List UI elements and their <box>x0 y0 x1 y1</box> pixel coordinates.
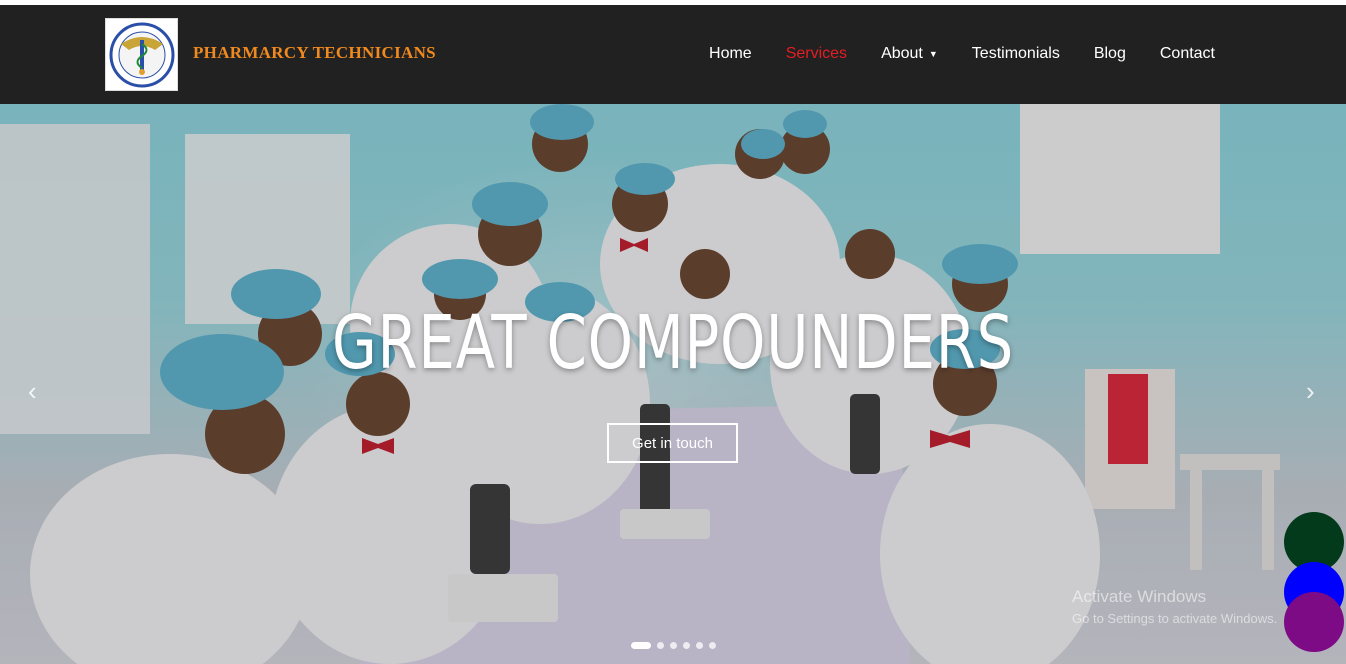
slide-indicator-6[interactable] <box>709 642 716 649</box>
get-in-touch-button[interactable]: Get in touch <box>607 423 738 463</box>
nav-about-label: About <box>881 45 923 62</box>
hero-title: GREAT COMPOUNDERS <box>331 300 1015 386</box>
nav-services-label: Services <box>785 45 848 62</box>
windows-activation-watermark: Activate Windows Go to Settings to activ… <box>1072 586 1277 630</box>
slide-indicator-4[interactable] <box>683 642 690 649</box>
slide-indicator-3[interactable] <box>670 642 677 649</box>
chevron-right-icon[interactable]: › <box>1306 376 1315 407</box>
brand-name[interactable]: PHARMARCY TECHNICIANS <box>193 43 436 63</box>
nav-home[interactable]: Home <box>709 45 752 63</box>
nav-services[interactable]: Services <box>786 45 847 63</box>
slide-indicator-5[interactable] <box>696 642 703 649</box>
slider-indicators <box>631 642 716 649</box>
main-nav: Home Services About ▼ Testimonials Blog … <box>675 45 1215 63</box>
college-crest-logo-icon <box>109 22 174 87</box>
watermark-title: Activate Windows <box>1072 587 1207 606</box>
nav-contact-label: Contact <box>1159 45 1215 62</box>
nav-contact[interactable]: Contact <box>1160 45 1215 63</box>
logo[interactable] <box>105 18 178 91</box>
nav-home-label: Home <box>709 45 752 62</box>
nav-about[interactable]: About ▼ <box>881 45 938 63</box>
chevron-down-icon: ▼ <box>928 49 938 59</box>
floating-instagram-button[interactable] <box>1284 592 1344 652</box>
hero-slider: GREAT COMPOUNDERS Get in touch ‹ › Activ… <box>0 104 1346 664</box>
navbar: PHARMARCY TECHNICIANS Home Services Abou… <box>0 5 1346 104</box>
slide-indicator-2[interactable] <box>657 642 664 649</box>
chevron-left-icon[interactable]: ‹ <box>28 376 37 407</box>
nav-blog-label: Blog <box>1093 45 1126 62</box>
nav-testimonials-label: Testimonials <box>971 45 1060 62</box>
nav-testimonials[interactable]: Testimonials <box>972 45 1060 63</box>
slide-indicator-1[interactable] <box>631 642 651 649</box>
nav-blog[interactable]: Blog <box>1094 45 1126 63</box>
watermark-subtitle: Go to Settings to activate Windows. <box>1072 611 1278 626</box>
